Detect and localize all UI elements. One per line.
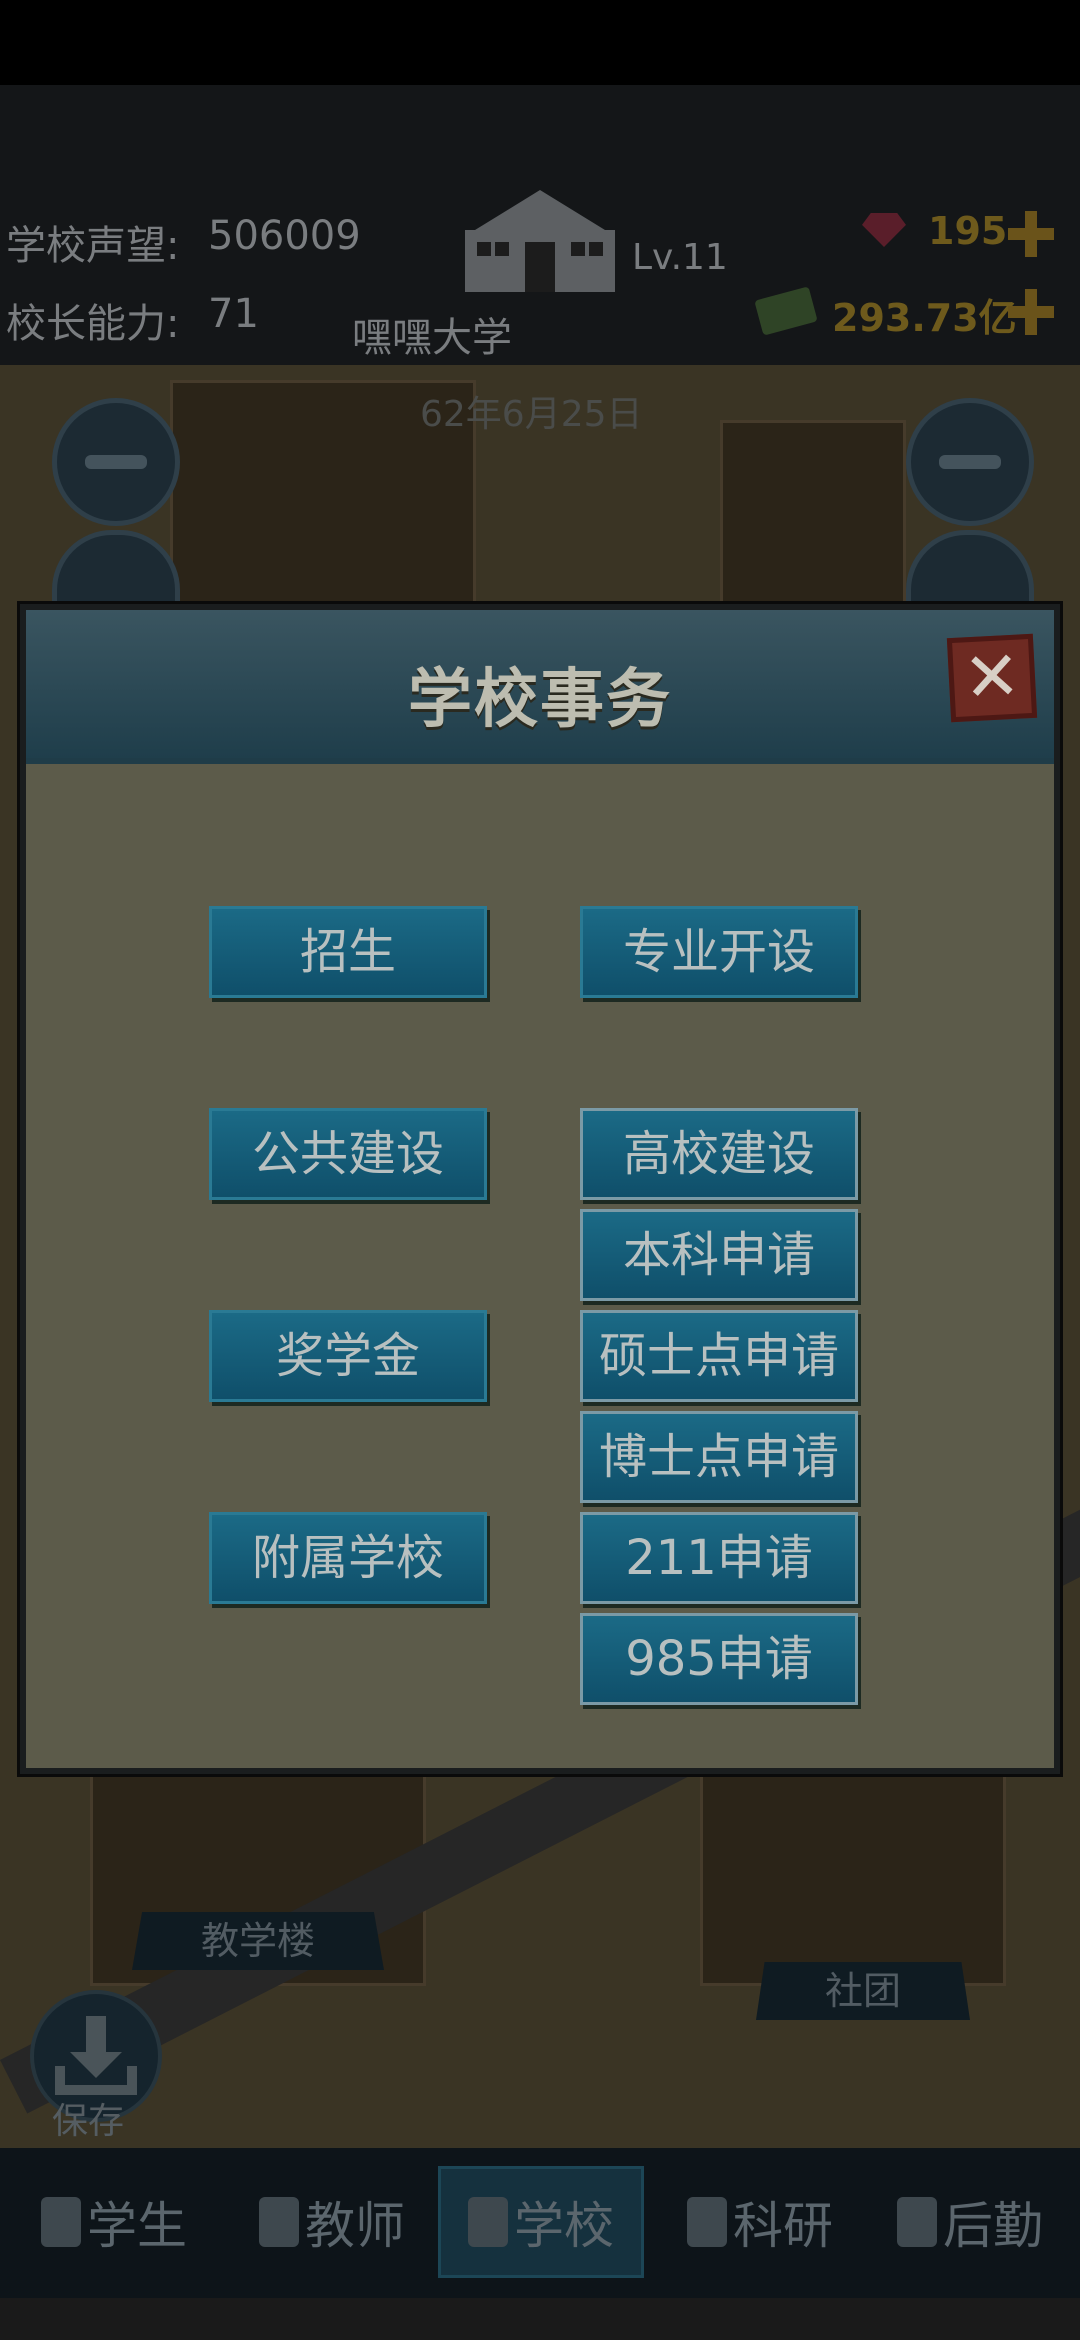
school-name: 嘿嘿大学: [352, 315, 512, 361]
reputation-value: 506009: [208, 213, 361, 259]
school-affairs-dialog: 学校事务 ✕ 招生 专业开设 公共建设 高校建设 本科申请 奖学金 硕士点申请 …: [20, 604, 1060, 1774]
nav-label: 后勤: [943, 2197, 1043, 2255]
apply-985-button[interactable]: 985申请: [580, 1613, 858, 1705]
nav-tab-students[interactable]: 学生: [14, 2166, 214, 2278]
gem-count: 195: [928, 209, 1008, 253]
status-bar: [0, 0, 1080, 85]
enrollment-button[interactable]: 招生: [209, 906, 487, 998]
major-setup-button[interactable]: 专业开设: [580, 906, 858, 998]
student-icon: [41, 2197, 81, 2247]
club-label[interactable]: 社团: [756, 1962, 970, 2020]
nav-label: 科研: [733, 2197, 833, 2255]
nav-label: 学生: [87, 2197, 187, 2255]
building: [700, 1760, 1006, 1986]
nav-label: 学校: [514, 2197, 614, 2255]
teacher-icon: [259, 2197, 299, 2247]
principal-label: 校长能力:: [6, 301, 180, 347]
clipboard-icon: [897, 2197, 937, 2247]
nav-tab-logistics[interactable]: 后勤: [870, 2166, 1070, 2278]
gem-icon: [862, 213, 906, 247]
teaching-building-label[interactable]: 教学楼: [132, 1912, 384, 1970]
school-level: Lv.11: [632, 237, 728, 278]
master-application-button[interactable]: 硕士点申请: [580, 1310, 858, 1402]
university-construction-button[interactable]: 高校建设: [580, 1108, 858, 1200]
nav-tab-teachers[interactable]: 教师: [232, 2166, 432, 2278]
zoom-out-button-right[interactable]: [906, 398, 1034, 526]
add-gems-button[interactable]: [1008, 211, 1054, 257]
affiliated-school-button[interactable]: 附属学校: [209, 1512, 487, 1604]
close-icon[interactable]: ✕: [946, 633, 1038, 723]
save-label: 保存: [52, 2101, 125, 2142]
nav-tab-research[interactable]: 科研: [660, 2166, 860, 2278]
nav-tab-school[interactable]: 学校: [438, 2166, 644, 2278]
undergrad-application-button[interactable]: 本科申请: [580, 1209, 858, 1301]
money-icon: [754, 286, 818, 336]
system-nav-bar: [0, 2298, 1080, 2340]
public-construction-button[interactable]: 公共建设: [209, 1108, 487, 1200]
apply-211-button[interactable]: 211申请: [580, 1512, 858, 1604]
nav-label: 教师: [305, 2197, 405, 2255]
game-date: 62年6月25日: [420, 394, 643, 435]
doctoral-application-button[interactable]: 博士点申请: [580, 1411, 858, 1503]
flask-icon: [687, 2197, 727, 2247]
bottom-nav: 学生 教师 学校 科研 后勤: [0, 2148, 1080, 2298]
add-money-button[interactable]: [1008, 289, 1054, 335]
zoom-out-button[interactable]: [52, 398, 180, 526]
school-building-icon: [465, 190, 615, 292]
dialog-header: 学校事务 ✕: [26, 610, 1054, 764]
scholarship-button[interactable]: 奖学金: [209, 1310, 487, 1402]
principal-value: 71: [208, 291, 259, 337]
dialog-title: 学校事务: [408, 663, 672, 737]
school-icon: [468, 2197, 508, 2247]
money-amount: 293.73亿: [832, 296, 1017, 340]
reputation-label: 学校声望:: [6, 223, 180, 269]
